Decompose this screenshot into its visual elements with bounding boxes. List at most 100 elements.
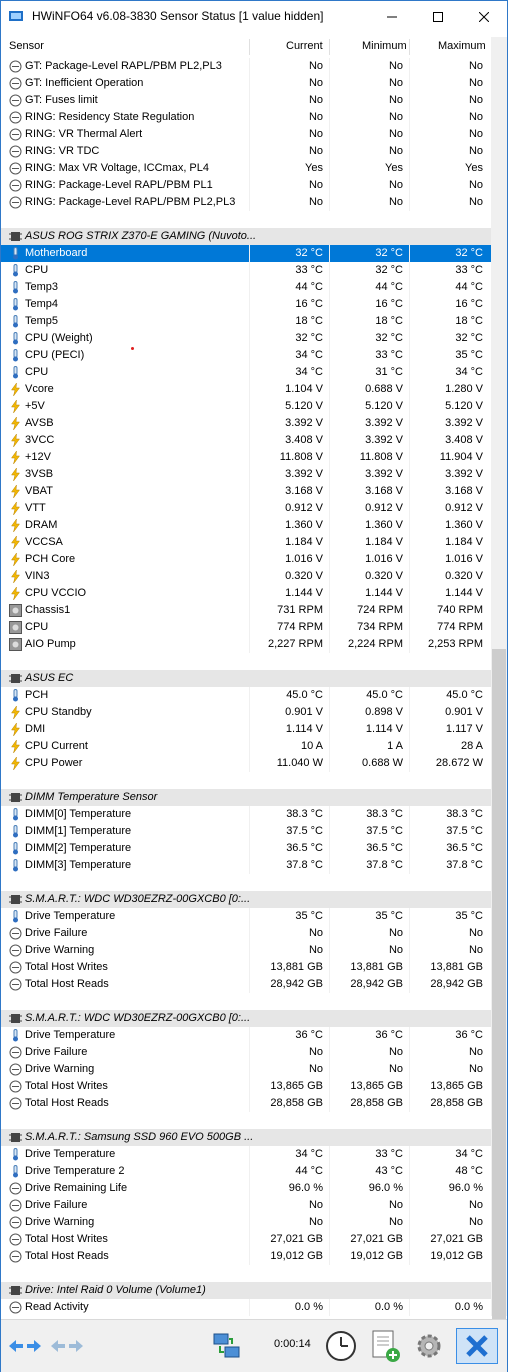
sensor-row[interactable]: Read Activity 0.0 % 0.0 % 0.0 %	[1, 1299, 491, 1316]
sensor-row[interactable]: CPU Current 10 A 1 A 28 A	[1, 738, 491, 755]
close-button[interactable]	[461, 1, 507, 32]
sensor-row[interactable]: RING: Max VR Voltage, ICCmax, PL4 Yes Yes Y…	[1, 160, 491, 177]
sensor-row[interactable]: RING: Residency State Regulation No No No	[1, 109, 491, 126]
minimize-button[interactable]	[369, 1, 415, 32]
sensor-row[interactable]: Drive Temperature 36 °C 36 °C 36 °C	[1, 1027, 491, 1044]
sensor-group-header[interactable]: S.M.A.R.T.: WDC WD30EZRZ-00GXCB0 [0:...	[1, 891, 491, 908]
chip-icon	[9, 1131, 22, 1144]
sensor-row[interactable]: VBAT 3.168 V 3.168 V 3.168 V	[1, 483, 491, 500]
sensor-row[interactable]: CPU VCCIO 1.144 V 1.144 V 1.144 V	[1, 585, 491, 602]
column-divider[interactable]	[409, 39, 410, 55]
sensor-row[interactable]: Total Host Writes 27,021 GB 27,021 GB 27,02…	[1, 1231, 491, 1248]
sensor-row[interactable]: DRAM 1.360 V 1.360 V 1.360 V	[1, 517, 491, 534]
sensor-row[interactable]: Vcore 1.104 V 0.688 V 1.280 V	[1, 381, 491, 398]
sensor-row[interactable]: 3VSB 3.392 V 3.392 V 3.392 V	[1, 466, 491, 483]
sensor-row[interactable]: Drive Failure No No No	[1, 925, 491, 942]
status-circle-icon	[9, 128, 22, 141]
sensor-row[interactable]: Drive Warning No No No	[1, 1061, 491, 1078]
sensor-row[interactable]: Drive Temperature 35 °C 35 °C 35 °C	[1, 908, 491, 925]
sensor-row[interactable]: Total Host Writes 13,881 GB 13,881 GB 13,88…	[1, 959, 491, 976]
column-divider[interactable]	[249, 39, 250, 55]
column-gridline	[249, 840, 250, 857]
vertical-scrollbar[interactable]	[491, 37, 507, 1319]
sensor-row[interactable]: CPU Standby 0.901 V 0.898 V 0.901 V	[1, 704, 491, 721]
expand-button[interactable]	[5, 1328, 45, 1364]
sensor-row[interactable]: CPU 33 °C 32 °C 33 °C	[1, 262, 491, 279]
sensor-row[interactable]: RING: VR TDC No No No	[1, 143, 491, 160]
maximum-value: 36 °C	[455, 1029, 483, 1041]
column-divider[interactable]	[329, 39, 330, 55]
sensor-group-header[interactable]: Drive: Intel Raid 0 Volume (Volume1)	[1, 1282, 491, 1299]
sensor-row[interactable]: Temp5 18 °C 18 °C 18 °C	[1, 313, 491, 330]
sensor-group-header[interactable]: DIMM Temperature Sensor	[1, 789, 491, 806]
sensor-row[interactable]: DIMM[1] Temperature 37.5 °C 37.5 °C 37.5 °C	[1, 823, 491, 840]
sensor-row[interactable]: RING: Package-Level RAPL/PBM PL1 No No No	[1, 177, 491, 194]
sensor-row[interactable]: AVSB 3.392 V 3.392 V 3.392 V	[1, 415, 491, 432]
sensor-row[interactable]: Drive Warning No No No	[1, 1214, 491, 1231]
sensor-row[interactable]: DIMM[2] Temperature 36.5 °C 36.5 °C 36.5 °C	[1, 840, 491, 857]
sensor-row[interactable]: DMI 1.114 V 1.114 V 1.117 V	[1, 721, 491, 738]
column-gridline	[409, 483, 410, 500]
sensor-row[interactable]: CPU (Weight) 32 °C 32 °C 32 °C	[1, 330, 491, 347]
sensor-group-header[interactable]: S.M.A.R.T.: WDC WD30EZRZ-00GXCB0 [0:...	[1, 1010, 491, 1027]
column-gridline	[249, 92, 250, 109]
sensor-group-header[interactable]: ASUS EC	[1, 670, 491, 687]
scrollbar-thumb[interactable]	[492, 649, 506, 1319]
sensor-row[interactable]: RING: Package-Level RAPL/PBM PL2,PL3 No No…	[1, 194, 491, 211]
sensor-row[interactable]: PCH 45.0 °C 45.0 °C 45.0 °C	[1, 687, 491, 704]
reset-clock-button[interactable]	[321, 1328, 361, 1364]
sensor-row[interactable]: Drive Failure No No No	[1, 1044, 491, 1061]
sensor-row[interactable]: RING: VR Thermal Alert No No No	[1, 126, 491, 143]
sensor-row[interactable]: GT: Package-Level RAPL/PBM PL2,PL3 No No No	[1, 58, 491, 75]
close-sensors-button[interactable]	[456, 1328, 498, 1364]
sensor-row[interactable]: GT: Fuses limit No No No	[1, 92, 491, 109]
sensor-row[interactable]: Total Host Writes 13,865 GB 13,865 GB 13,86…	[1, 1078, 491, 1095]
minimum-value: 36 °C	[375, 1029, 403, 1041]
settings-button[interactable]	[409, 1328, 449, 1364]
column-gridline	[329, 602, 330, 619]
sensor-row[interactable]: DIMM[0] Temperature 38.3 °C 38.3 °C 38.3 °C	[1, 806, 491, 823]
sensor-row[interactable]: Drive Temperature 2 44 °C 43 °C 48 °C	[1, 1163, 491, 1180]
sensor-row[interactable]: Drive Failure No No No	[1, 1197, 491, 1214]
column-sensor[interactable]: Sensor	[9, 40, 44, 52]
sensor-row[interactable]: +12V 11.808 V 11.808 V 11.904 V	[1, 449, 491, 466]
maximum-value: No	[468, 927, 483, 939]
sensor-row[interactable]: Total Host Reads 19,012 GB 19,012 GB 19,012…	[1, 1248, 491, 1265]
sensor-row[interactable]: Drive Warning No No No	[1, 942, 491, 959]
column-maximum[interactable]: Maximum	[438, 40, 486, 52]
sensor-group-header[interactable]: S.M.A.R.T.: Samsung SSD 960 EVO 500GB ..…	[1, 1129, 491, 1146]
sensor-row[interactable]: Chassis1 731 RPM 724 RPM 740 RPM	[1, 602, 491, 619]
sensor-row[interactable]: VCCSA 1.184 V 1.184 V 1.184 V	[1, 534, 491, 551]
sensor-row[interactable]: CPU 774 RPM 734 RPM 774 RPM	[1, 619, 491, 636]
sensor-row[interactable]: VTT 0.912 V 0.912 V 0.912 V	[1, 500, 491, 517]
sensor-row[interactable]: Temp4 16 °C 16 °C 16 °C	[1, 296, 491, 313]
add-report-button[interactable]	[365, 1328, 405, 1364]
current-value: 37.8 °C	[286, 859, 323, 871]
maximize-button[interactable]	[415, 1, 461, 32]
sensor-list[interactable]: GT: Package-Level RAPL/PBM PL2,PL3 No No No…	[1, 58, 491, 1316]
minimum-value: No	[388, 1063, 403, 1075]
column-gridline	[249, 959, 250, 976]
sensor-row[interactable]: CPU 34 °C 31 °C 34 °C	[1, 364, 491, 381]
sensor-row[interactable]: +5V 5.120 V 5.120 V 5.120 V	[1, 398, 491, 415]
sensor-row[interactable]: CPU (PECI) 34 °C 33 °C 35 °C	[1, 347, 491, 364]
column-current[interactable]: Current	[286, 40, 323, 52]
collapse-button[interactable]	[47, 1328, 87, 1364]
sensor-row[interactable]: AIO Pump 2,227 RPM 2,224 RPM 2,253 RPM	[1, 636, 491, 653]
sensor-row[interactable]: GT: Inefficient Operation No No No	[1, 75, 491, 92]
sensor-row[interactable]: PCH Core 1.016 V 1.016 V 1.016 V	[1, 551, 491, 568]
sensor-row[interactable]: Total Host Reads 28,942 GB 28,942 GB 28,942…	[1, 976, 491, 993]
sensor-row[interactable]: Drive Remaining Life 96.0 % 96.0 % 96.0 %	[1, 1180, 491, 1197]
sensor-row[interactable]: CPU Power 11.040 W 0.688 W 28.672 W	[1, 755, 491, 772]
sensor-row[interactable]: 3VCC 3.408 V 3.392 V 3.408 V	[1, 432, 491, 449]
sensor-row[interactable]: Drive Temperature 34 °C 33 °C 34 °C	[1, 1146, 491, 1163]
title-bar[interactable]: HWiNFO64 v6.08-3830 Sensor Status [1 val…	[1, 1, 507, 32]
sensor-group-header[interactable]: ASUS ROG STRIX Z370-E GAMING (Nuvoto...	[1, 228, 491, 245]
sensor-row[interactable]: DIMM[3] Temperature 37.8 °C 37.8 °C 37.8 °C	[1, 857, 491, 874]
sensor-row[interactable]: VIN3 0.320 V 0.320 V 0.320 V	[1, 568, 491, 585]
sensor-row[interactable]: Motherboard 32 °C 32 °C 32 °C	[1, 245, 491, 262]
column-minimum[interactable]: Minimum	[362, 40, 407, 52]
sensor-row[interactable]: Total Host Reads 28,858 GB 28,858 GB 28,858…	[1, 1095, 491, 1112]
sensor-row[interactable]: Temp3 44 °C 44 °C 44 °C	[1, 279, 491, 296]
network-button[interactable]	[207, 1328, 247, 1364]
